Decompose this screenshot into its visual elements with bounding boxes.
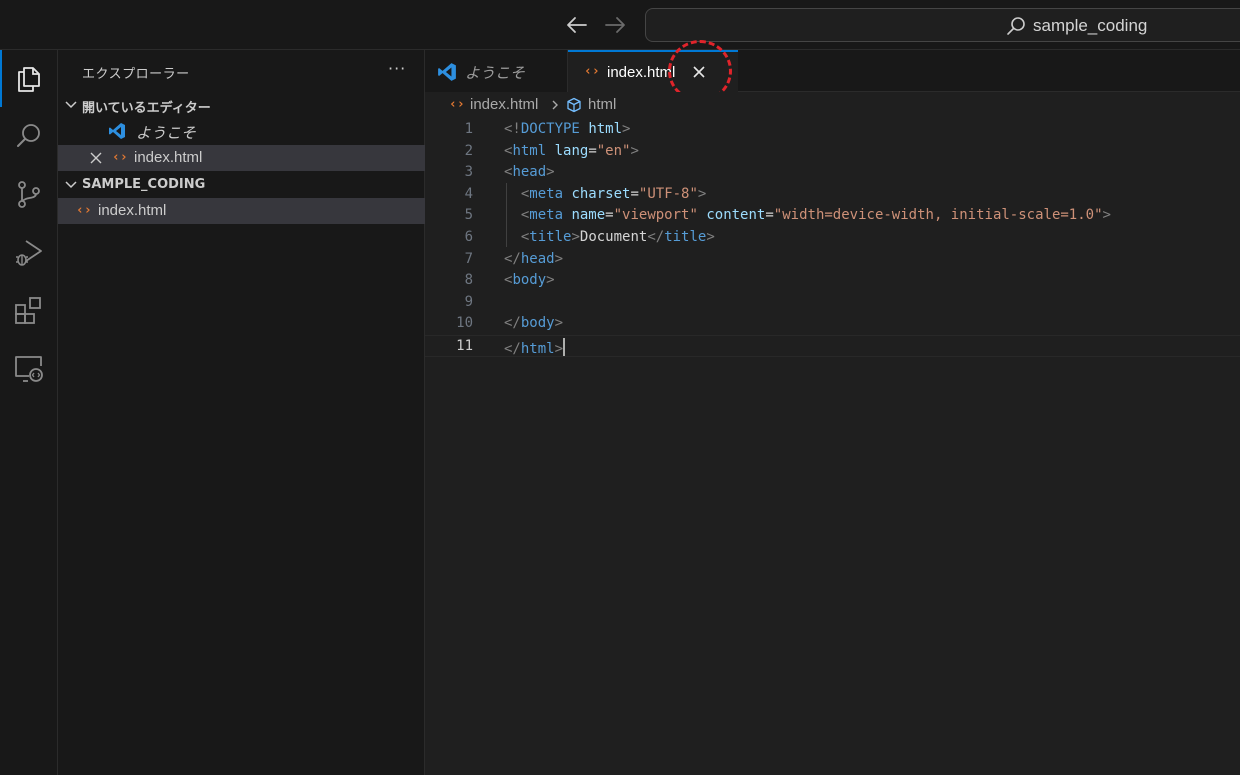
tab-label: ようこそ — [465, 65, 526, 82]
symbol-element-icon — [567, 97, 581, 113]
active-indicator — [0, 50, 2, 107]
open-editor-label: index.html — [134, 149, 203, 166]
line-number: 8 — [464, 272, 473, 289]
code-text: </html> — [504, 338, 566, 357]
code-line[interactable]: 11 </html> — [425, 335, 1240, 357]
code-line[interactable]: 5 <meta name="viewport" content="width=d… — [425, 205, 1240, 227]
code-text: </head> — [504, 250, 564, 267]
section-label: 開いているエディター — [82, 101, 211, 116]
html-file-icon: ‹› — [76, 203, 92, 218]
html-file-icon: ‹› — [449, 97, 465, 112]
code-line[interactable]: 6 <title>Document</title> — [425, 227, 1240, 249]
breadcrumb: ‹› index.html html — [425, 92, 1240, 118]
search-icon — [1007, 17, 1025, 35]
code-line[interactable]: 3 <head> — [425, 162, 1240, 184]
code-text: <!DOCTYPE html> — [504, 121, 631, 137]
line-number: 10 — [456, 315, 473, 332]
forward-arrow-icon[interactable] — [602, 12, 628, 38]
code-line[interactable]: 8 <body> — [425, 270, 1240, 292]
line-number: 5 — [464, 207, 473, 224]
line-number: 4 — [464, 185, 473, 202]
chevron-right-icon — [552, 100, 558, 110]
code-text: <head> — [504, 164, 555, 181]
more-actions-icon[interactable]: ··· — [388, 59, 406, 78]
open-editors-section[interactable]: 開いているエディター — [58, 92, 425, 118]
html-file-icon: ‹› — [584, 64, 600, 79]
text-cursor — [563, 338, 566, 356]
open-editor-label: ようこそ — [136, 125, 197, 142]
command-center-search[interactable]: sample_coding — [645, 8, 1240, 42]
title-bar: sample_coding — [0, 0, 1240, 50]
workspace-name: sample_coding — [1033, 16, 1148, 35]
code-line[interactable]: 1 <!DOCTYPE html> — [425, 119, 1240, 141]
open-editor-item-welcome[interactable]: ようこそ — [58, 118, 425, 144]
vscode-logo-icon — [109, 123, 125, 139]
extensions-icon[interactable] — [13, 294, 45, 326]
line-number: 1 — [464, 121, 473, 137]
tab-label: index.html — [607, 64, 676, 81]
open-editor-item-index[interactable]: ‹› index.html — [58, 145, 425, 171]
folder-label: SAMPLE_CODING — [82, 177, 206, 192]
code-text: <body> — [504, 272, 555, 289]
code-text: <meta charset="UTF-8"> — [520, 185, 707, 202]
explorer-sidebar: エクスプローラー ··· 開いているエディター ようこそ ‹› index.ht… — [58, 50, 425, 775]
line-number: 9 — [464, 293, 473, 310]
search-icon[interactable] — [13, 120, 45, 152]
activity-bar — [0, 50, 58, 775]
code-text: <title>Document</title> — [520, 229, 715, 245]
code-line[interactable]: 7 </head> — [425, 249, 1240, 271]
code-text: <html lang="en"> — [504, 142, 639, 159]
back-arrow-icon[interactable] — [564, 12, 590, 38]
code-editor[interactable]: 1 <!DOCTYPE html> 2 <html lang="en"> 3 <head>… — [425, 118, 1240, 775]
chevron-down-icon — [65, 101, 77, 109]
code-line[interactable]: 10 </body> — [425, 313, 1240, 335]
line-number: 7 — [464, 250, 473, 267]
code-line[interactable]: 9 — [425, 292, 1240, 314]
line-number: 3 — [464, 164, 473, 181]
file-item-index[interactable]: ‹› index.html — [58, 198, 425, 224]
close-icon[interactable] — [90, 152, 102, 164]
line-number: 2 — [464, 142, 473, 159]
breadcrumb-symbol[interactable]: html — [588, 96, 616, 113]
editor-tab-bar: ようこそ ‹› index.html — [425, 50, 1240, 93]
run-debug-icon[interactable] — [13, 236, 45, 268]
sidebar-title: エクスプローラー — [82, 67, 190, 82]
code-text: <meta name="viewport" content="width=dev… — [520, 207, 1111, 224]
line-number: 6 — [464, 229, 473, 245]
tab-welcome[interactable]: ようこそ — [425, 50, 568, 92]
breadcrumb-file[interactable]: index.html — [470, 96, 538, 113]
chevron-down-icon — [65, 181, 77, 189]
code-line[interactable]: 4 <meta charset="UTF-8"> — [425, 184, 1240, 206]
file-label: index.html — [98, 202, 167, 219]
vscode-logo-icon — [438, 63, 456, 81]
code-line[interactable]: 2 <html lang="en"> — [425, 141, 1240, 163]
line-number: 11 — [456, 338, 473, 354]
explorer-icon[interactable] — [13, 62, 45, 94]
remote-explorer-icon[interactable] — [13, 352, 45, 384]
source-control-icon[interactable] — [13, 178, 45, 210]
html-file-icon: ‹› — [112, 150, 128, 165]
folder-section[interactable]: SAMPLE_CODING — [58, 172, 425, 198]
code-text: </body> — [504, 315, 564, 332]
